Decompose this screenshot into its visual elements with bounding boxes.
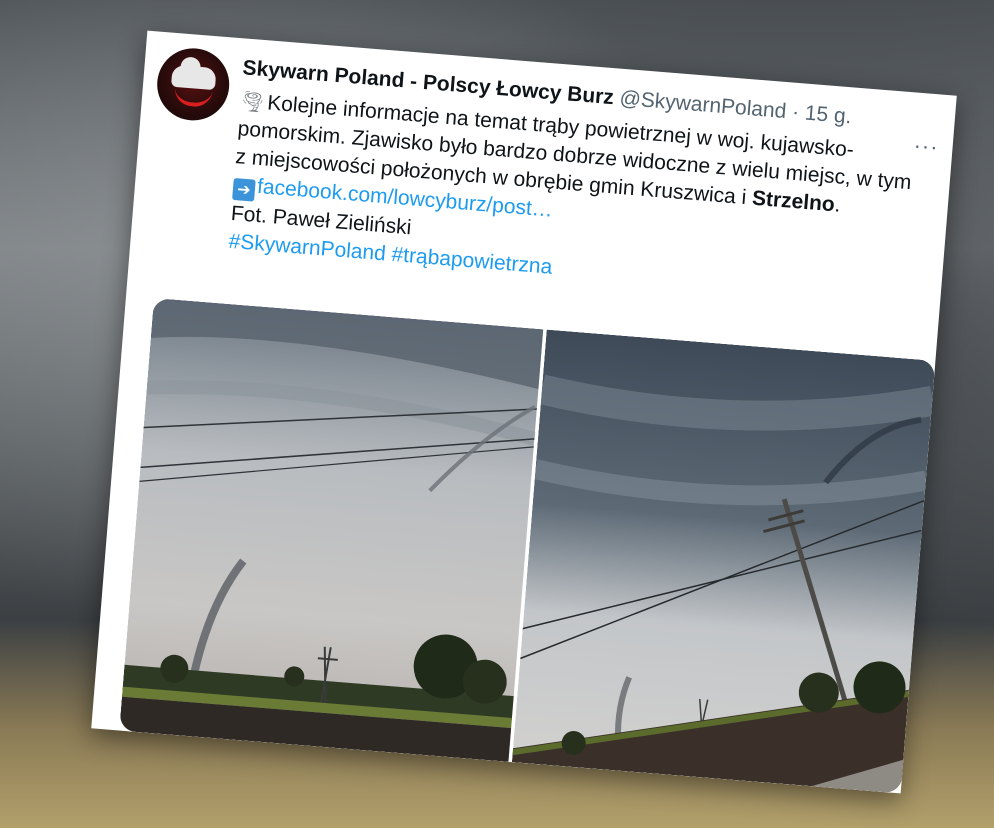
tweet-text-bold: Strzelno <box>751 186 836 217</box>
author-handle[interactable]: @SkywarnPoland <box>619 87 788 123</box>
separator: · <box>791 100 801 125</box>
tornado-photo-right[interactable] <box>511 329 936 794</box>
lightning-icon <box>173 86 213 108</box>
avatar[interactable] <box>154 45 232 124</box>
tweet-card[interactable]: Skywarn Poland - Polscy Łowcy Burz @Skyw… <box>91 30 957 794</box>
tornado-photo-left[interactable] <box>119 297 544 762</box>
arrow-right-icon: ➔ <box>232 177 256 202</box>
tornado-icon: 🌪 <box>239 88 267 115</box>
timestamp[interactable]: 15 g. <box>804 102 852 129</box>
tweet-text-end: . <box>833 193 842 217</box>
tweet-media[interactable] <box>119 297 936 794</box>
